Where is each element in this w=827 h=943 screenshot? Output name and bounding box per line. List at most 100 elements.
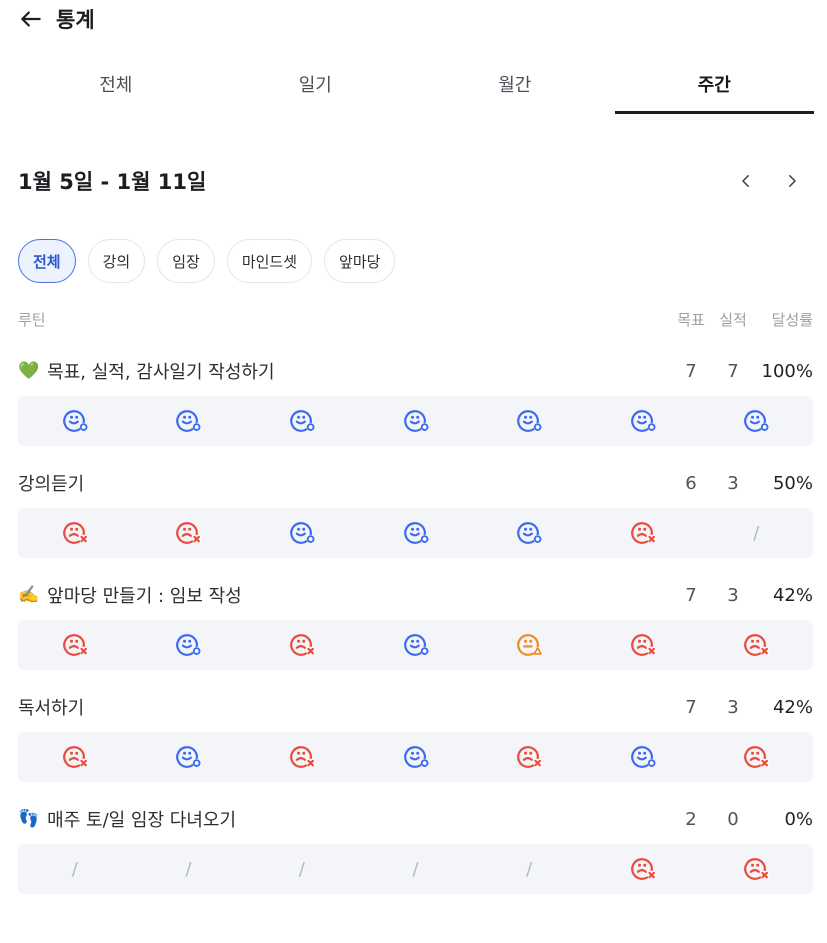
day-cell[interactable] (132, 628, 246, 662)
period-arrows (737, 172, 801, 190)
day-cell[interactable] (245, 404, 359, 438)
day-cell[interactable] (359, 628, 473, 662)
day-cell[interactable] (245, 628, 359, 662)
category-filter: 전체 강의 임장 마인드셋 앞마당 (18, 239, 396, 283)
routine-emoji: 👣 (18, 808, 40, 829)
day-cell[interactable] (18, 516, 132, 550)
routine-day-strip: / / / / / (18, 844, 813, 894)
face-sad-x-icon (514, 740, 544, 774)
empty-mark: / (526, 858, 533, 880)
filter-chip-lecture[interactable]: 강의 (87, 239, 146, 283)
chevron-right-icon[interactable] (783, 172, 801, 190)
empty-mark: / (753, 522, 760, 544)
face-sad-x-icon (741, 740, 771, 774)
face-sad-x-icon (60, 516, 90, 550)
face-smile-check-icon (514, 516, 544, 550)
period-navigator: 1월 5일 - 1월 11일 (18, 166, 807, 196)
routine-title[interactable]: 👣 매주 토/일 임장 다녀오기 (18, 806, 673, 832)
routine-day-strip (18, 620, 813, 670)
empty-mark: / (185, 858, 192, 880)
face-smile-check-icon (401, 516, 431, 550)
face-smile-check-icon (514, 404, 544, 438)
routine-title[interactable]: 독서하기 (18, 694, 673, 720)
day-cell[interactable] (586, 404, 700, 438)
routine-title[interactable]: 💚 목표, 실적, 감사일기 작성하기 (18, 358, 673, 384)
day-cell[interactable]: / (699, 523, 813, 544)
routine-row: 강의듣기 6 3 50% / (18, 468, 813, 558)
routine-emoji: ✍️ (18, 584, 40, 605)
tab-monthly[interactable]: 월간 (415, 66, 615, 114)
face-sad-x-icon (628, 852, 658, 886)
face-smile-check-icon (628, 740, 658, 774)
day-cell[interactable]: / (132, 859, 246, 880)
day-cell[interactable] (359, 740, 473, 774)
day-cell[interactable] (359, 516, 473, 550)
day-cell[interactable]: / (359, 859, 473, 880)
day-cell[interactable] (245, 740, 359, 774)
routine-rate: 100% (761, 360, 813, 382)
face-smile-check-icon (401, 404, 431, 438)
routine-head: 💚 목표, 실적, 감사일기 작성하기 7 7 100% (18, 356, 813, 386)
day-cell[interactable] (699, 740, 813, 774)
day-cell[interactable] (18, 628, 132, 662)
day-cell[interactable] (132, 404, 246, 438)
date-range: 1월 5일 - 1월 11일 (18, 170, 207, 194)
routine-head: 강의듣기 6 3 50% (18, 468, 813, 498)
day-cell[interactable] (586, 628, 700, 662)
day-cell[interactable] (586, 740, 700, 774)
arrow-left-icon[interactable] (18, 6, 44, 32)
routine-title[interactable]: 강의듣기 (18, 470, 673, 496)
day-cell[interactable] (132, 516, 246, 550)
filter-chip-front-yard[interactable]: 앞마당 (324, 239, 396, 283)
tab-diary[interactable]: 일기 (216, 66, 416, 114)
face-sad-x-icon (60, 740, 90, 774)
routine-actual: 0 (727, 808, 739, 830)
day-cell[interactable] (586, 516, 700, 550)
routine-goal: 7 (685, 584, 697, 606)
face-smile-check-icon (173, 740, 203, 774)
day-cell[interactable] (472, 628, 586, 662)
day-cell[interactable] (472, 740, 586, 774)
routine-name: 앞마당 만들기 : 임보 작성 (47, 586, 242, 607)
day-cell[interactable]: / (245, 859, 359, 880)
day-cell[interactable]: / (18, 859, 132, 880)
face-smile-check-icon (287, 404, 317, 438)
routine-name: 목표, 실적, 감사일기 작성하기 (47, 362, 275, 383)
face-smile-check-icon (401, 628, 431, 662)
chevron-left-icon[interactable] (737, 172, 755, 190)
routine-name: 강의듣기 (18, 474, 85, 495)
tab-all[interactable]: 전체 (16, 66, 216, 114)
day-cell[interactable] (132, 740, 246, 774)
routine-row: 👣 매주 토/일 임장 다녀오기 2 0 0% / / / / / (18, 804, 813, 894)
filter-chip-imjang[interactable]: 임장 (157, 239, 215, 283)
routine-day-strip: / (18, 508, 813, 558)
day-cell[interactable] (586, 852, 700, 886)
face-sad-x-icon (741, 628, 771, 662)
day-cell[interactable] (359, 404, 473, 438)
day-cell[interactable] (472, 404, 586, 438)
face-sad-x-icon (628, 516, 658, 550)
day-cell[interactable] (18, 740, 132, 774)
face-sad-x-icon (173, 516, 203, 550)
routine-title[interactable]: ✍️ 앞마당 만들기 : 임보 작성 (18, 582, 673, 608)
filter-chip-mindset[interactable]: 마인드셋 (226, 239, 313, 283)
day-cell[interactable] (245, 516, 359, 550)
day-cell[interactable] (699, 852, 813, 886)
routine-actual: 3 (727, 696, 739, 718)
day-cell[interactable] (18, 404, 132, 438)
tab-weekly[interactable]: 주간 (614, 66, 815, 114)
routine-actual: 3 (727, 584, 739, 606)
table-header: 루틴 목표 실적 달성률 (18, 306, 813, 332)
filter-chip-all[interactable]: 전체 (18, 239, 76, 283)
routine-goal: 2 (685, 808, 697, 830)
routine-rate: 50% (772, 472, 813, 494)
face-smile-check-icon (401, 740, 431, 774)
routine-head: ✍️ 앞마당 만들기 : 임보 작성 7 3 42% (18, 580, 813, 610)
routine-day-strip (18, 732, 813, 782)
day-cell[interactable] (699, 628, 813, 662)
face-sad-x-icon (60, 628, 90, 662)
day-cell[interactable] (699, 404, 813, 438)
day-cell[interactable]: / (472, 859, 586, 880)
day-cell[interactable] (472, 516, 586, 550)
routine-actual: 3 (727, 472, 739, 494)
